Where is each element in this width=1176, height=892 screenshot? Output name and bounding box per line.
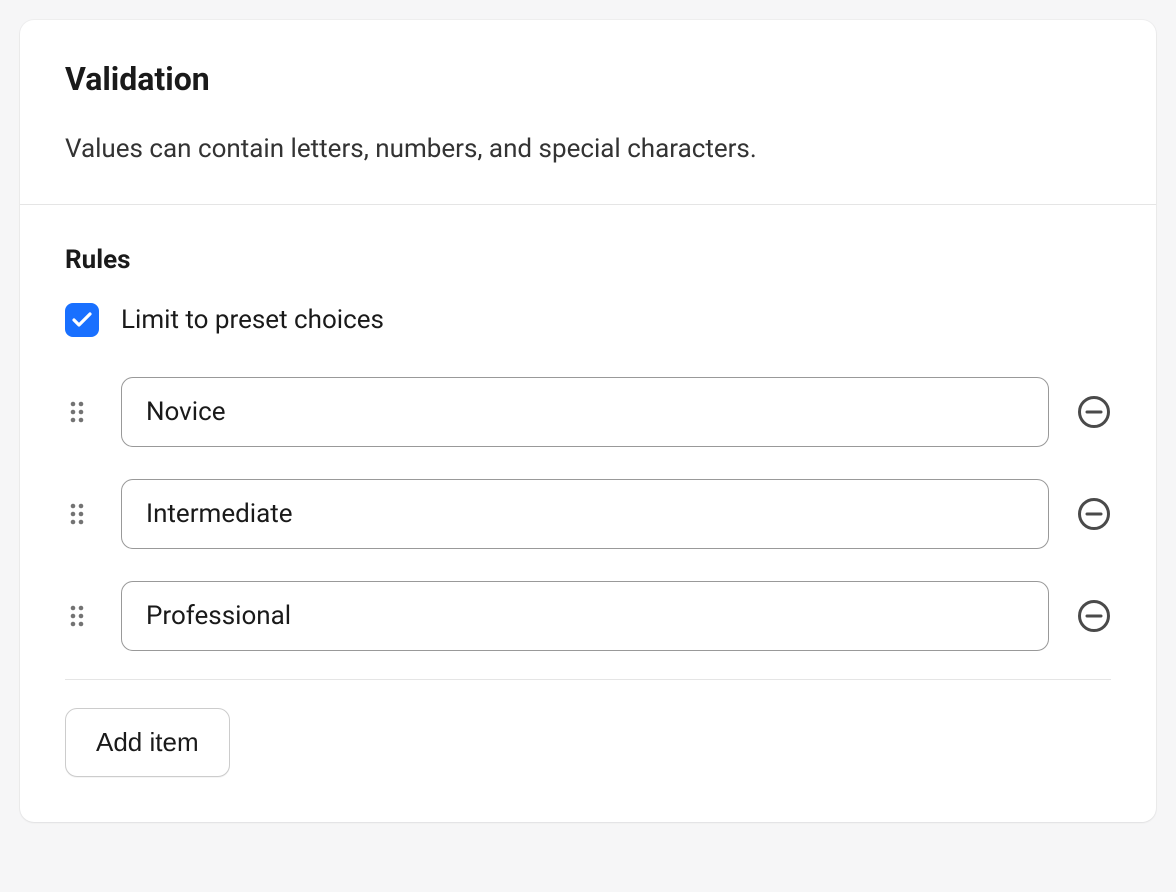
drag-handle-icon[interactable] [65,602,93,630]
choice-row [65,581,1111,651]
remove-icon [1077,497,1111,531]
remove-icon [1077,395,1111,429]
limit-choices-checkbox[interactable] [65,303,99,337]
remove-choice-button[interactable] [1077,599,1111,633]
drag-handle-icon[interactable] [65,500,93,528]
add-item-button[interactable]: Add item [65,708,230,777]
validation-description: Values can contain letters, numbers, and… [65,134,1111,164]
remove-choice-button[interactable] [1077,395,1111,429]
choice-row [65,377,1111,447]
remove-choice-button[interactable] [1077,497,1111,531]
limit-choices-row: Limit to preset choices [65,303,1111,337]
drag-handle-icon[interactable] [65,398,93,426]
validation-title: Validation [65,60,1111,98]
rules-heading: Rules [65,245,1111,275]
remove-icon [1077,599,1111,633]
rules-section: Rules Limit to preset choices [20,205,1156,822]
choice-input[interactable] [121,479,1049,549]
choice-input[interactable] [121,581,1049,651]
validation-header-section: Validation Values can contain letters, n… [20,20,1156,204]
checkmark-icon [72,312,92,328]
validation-card: Validation Values can contain letters, n… [20,20,1156,822]
limit-choices-label: Limit to preset choices [121,305,384,335]
choice-list [65,377,1111,651]
choice-row [65,479,1111,549]
choices-bottom-divider [65,679,1111,680]
choice-input[interactable] [121,377,1049,447]
